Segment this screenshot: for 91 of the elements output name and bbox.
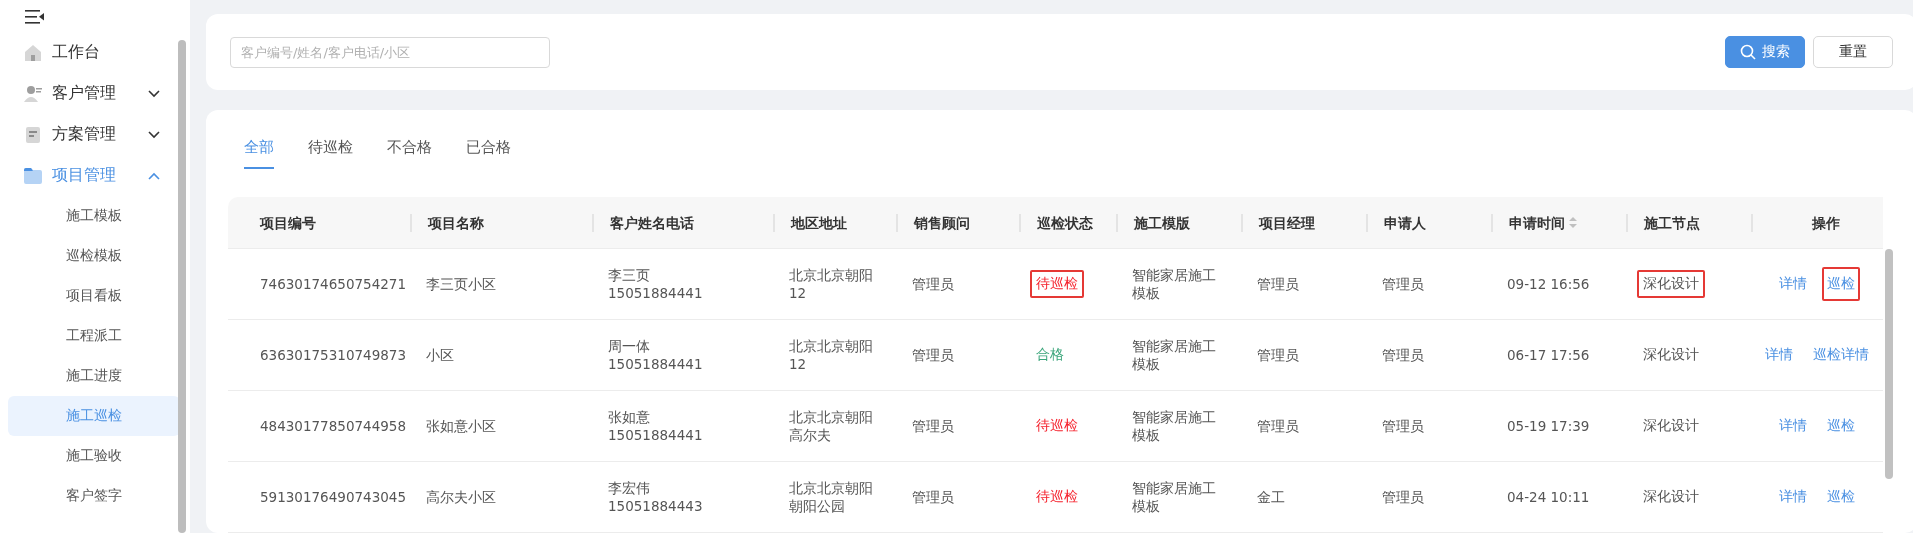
document-icon xyxy=(24,125,42,144)
table-cell-text: 59130176490743045 xyxy=(259,488,407,506)
action-link[interactable]: 巡检详情 xyxy=(1808,338,1874,372)
sidebar-subitem[interactable]: 项目看板 xyxy=(8,276,180,316)
sort-icon[interactable] xyxy=(1569,217,1577,228)
status-text: 深化设计 xyxy=(1642,345,1700,364)
table-cell-text: 74630174650754271 xyxy=(259,275,407,293)
status-text: 深化设计 xyxy=(1642,487,1700,506)
chevron-up-icon[interactable] xyxy=(148,171,160,180)
table-cell-text: 智能家居施工 模板 xyxy=(1131,408,1217,444)
column-header: 项目名称 xyxy=(410,213,592,232)
table-cell-text: 管理员 xyxy=(1256,346,1300,364)
status-text: 深化设计 xyxy=(1642,416,1700,435)
status-text: 待巡检 xyxy=(1035,487,1079,506)
sidebar-subitem[interactable]: 工程派工 xyxy=(8,316,180,356)
column-header: 施工模版 xyxy=(1116,213,1241,232)
table-cell-text: 智能家居施工 模板 xyxy=(1131,479,1217,515)
column-header: 巡检状态 xyxy=(1019,213,1116,232)
table-cell-text: 周一体 15051884441 xyxy=(607,337,704,373)
action-link[interactable]: 巡检 xyxy=(1822,267,1860,301)
table-cell-text: 63630175310749873 xyxy=(259,346,407,364)
sidebar-subitem[interactable]: 施工进度 xyxy=(8,356,180,396)
table-cell-text: 管理员 xyxy=(911,346,955,364)
home-icon xyxy=(24,43,42,62)
sidebar-subitem[interactable]: 巡检模板 xyxy=(8,236,180,276)
table-cell-text: 智能家居施工 模板 xyxy=(1131,337,1217,373)
table-cell-text: 管理员 xyxy=(911,417,955,435)
table-cell-text: 管理员 xyxy=(1256,275,1300,293)
table-cell-text: 48430177850744958 xyxy=(259,417,407,435)
table-cell-text: 张如意小区 xyxy=(425,417,497,435)
table-cell-text: 管理员 xyxy=(911,275,955,293)
table-cell-text: 金工 xyxy=(1256,488,1286,506)
table-cell-text: 智能家居施工 模板 xyxy=(1131,266,1217,302)
sidebar-item[interactable]: 工作台 xyxy=(0,32,190,73)
column-header: 地区地址 xyxy=(773,213,896,232)
action-link[interactable]: 巡检 xyxy=(1822,409,1860,443)
reset-button[interactable]: 重置 xyxy=(1813,36,1893,68)
sidebar-subitem[interactable]: 客户签字 xyxy=(8,476,180,516)
sidebar-subitem[interactable]: 施工模板 xyxy=(8,196,180,236)
column-header: 客户姓名电话 xyxy=(592,213,773,232)
column-header: 项目编号 xyxy=(258,213,317,232)
status-text: 待巡检 xyxy=(1035,416,1079,435)
table-cell-text: 李三页小区 xyxy=(425,275,497,293)
column-header[interactable]: 申请时间 xyxy=(1491,213,1626,232)
sidebar-item[interactable]: 客户管理 xyxy=(0,73,190,114)
table-cell-text: 09-12 16:56 xyxy=(1506,275,1591,293)
table-cell-text: 管理员 xyxy=(1381,417,1425,435)
scrollbar[interactable] xyxy=(1885,249,1893,479)
table-cell-text: 北京北京朝阳 朝阳公园 xyxy=(788,479,874,515)
table-cell-text: 管理员 xyxy=(1381,488,1425,506)
sidebar-item[interactable]: 方案管理 xyxy=(0,114,190,155)
folder-icon xyxy=(24,167,42,184)
action-link[interactable]: 详情 xyxy=(1774,480,1812,514)
column-header: 销售顾问 xyxy=(896,213,1019,232)
chevron-down-icon[interactable] xyxy=(148,130,160,139)
action-link[interactable]: 详情 xyxy=(1774,267,1812,301)
status-text: 待巡检 xyxy=(1030,270,1084,298)
tab[interactable]: 待巡检 xyxy=(308,138,353,169)
menu-collapse-icon[interactable] xyxy=(25,10,44,24)
scrollbar[interactable] xyxy=(178,40,186,533)
action-link[interactable]: 详情 xyxy=(1774,409,1812,443)
table-cell-text: 北京北京朝阳 12 xyxy=(788,337,874,373)
tab[interactable]: 已合格 xyxy=(466,138,511,169)
action-link[interactable]: 详情 xyxy=(1760,338,1798,372)
table-cell-text: 06-17 17:56 xyxy=(1506,346,1591,364)
table-cell-text: 管理员 xyxy=(1256,417,1300,435)
column-header: 施工节点 xyxy=(1626,213,1751,232)
tab[interactable]: 不合格 xyxy=(387,138,432,169)
table-cell-text: 高尔夫小区 xyxy=(425,488,497,506)
chevron-down-icon[interactable] xyxy=(148,89,160,98)
table-cell-text: 小区 xyxy=(425,346,455,364)
user-icon xyxy=(24,84,42,103)
table-cell-text: 04-24 10:11 xyxy=(1506,488,1591,506)
column-header: 操作 xyxy=(1751,213,1883,232)
table-cell-text: 管理员 xyxy=(1381,346,1425,364)
table-cell-text: 05-19 17:39 xyxy=(1506,417,1591,435)
table-cell-text: 张如意 15051884441 xyxy=(607,408,704,444)
table-cell-text: 管理员 xyxy=(911,488,955,506)
search-field[interactable]: 客户编号/姓名/客户电话/小区 xyxy=(230,36,550,68)
column-header: 申请人 xyxy=(1366,213,1491,232)
status-text: 合格 xyxy=(1035,345,1065,364)
column-header: 项目经理 xyxy=(1241,213,1366,232)
action-link[interactable]: 巡检 xyxy=(1822,480,1860,514)
table-cell-text: 管理员 xyxy=(1381,275,1425,293)
table-cell-text: 李宏伟 15051884443 xyxy=(607,479,704,515)
table-cell-text: 李三页 15051884441 xyxy=(607,266,704,302)
sidebar-subitem[interactable]: 施工验收 xyxy=(8,436,180,476)
status-text: 深化设计 xyxy=(1637,270,1705,298)
table-cell-text: 北京北京朝阳 高尔夫 xyxy=(788,408,874,444)
search-icon xyxy=(1740,44,1756,60)
table-cell-text: 北京北京朝阳 12 xyxy=(788,266,874,302)
